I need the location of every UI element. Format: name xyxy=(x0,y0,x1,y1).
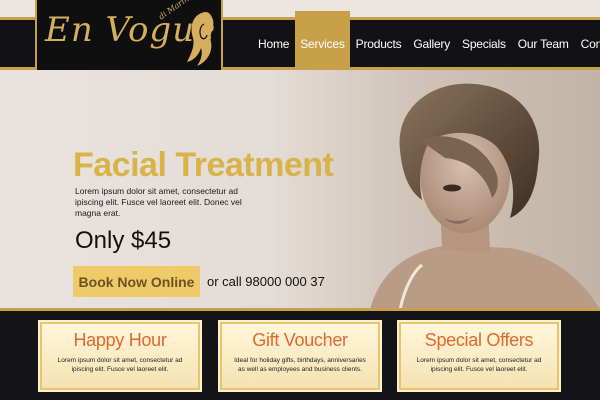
hero-banner: Facial Treatment Lorem ipsum dolor sit a… xyxy=(0,70,600,310)
nav-specials[interactable]: Specials xyxy=(456,37,512,51)
call-text: or call 98000 000 37 xyxy=(207,274,325,289)
card-special-offers[interactable]: Special Offers Lorem ipsum dolor sit ame… xyxy=(397,320,561,392)
nav-products[interactable]: Products xyxy=(350,37,408,51)
nav-services[interactable]: Services xyxy=(295,10,350,77)
card-body: Lorem ipsum dolor sit amet, consectetur … xyxy=(416,357,542,373)
card-title: Special Offers xyxy=(424,330,534,350)
book-now-button[interactable]: Book Now Online xyxy=(73,266,200,297)
card-title: Happy Hour xyxy=(73,330,167,350)
nav-contact[interactable]: Contact xyxy=(575,37,600,51)
nav-home[interactable]: Home xyxy=(252,37,295,51)
woman-profile-icon xyxy=(187,12,214,66)
nav-our-team[interactable]: Our Team xyxy=(512,37,575,51)
card-gift-voucher[interactable]: Gift Voucher Ideal for holiday gifts, bi… xyxy=(218,320,382,392)
card-body: Lorem ipsum dolor sit amet, consectetur … xyxy=(57,357,183,373)
card-title: Gift Voucher xyxy=(252,330,348,350)
card-happy-hour[interactable]: Happy Hour Lorem ipsum dolor sit amet, c… xyxy=(38,320,202,392)
main-nav: Home Services Products Gallery Specials … xyxy=(252,10,600,77)
hero-title: Facial Treatment xyxy=(73,146,334,184)
hero-price: Only $45 xyxy=(75,227,172,254)
nav-gallery[interactable]: Gallery xyxy=(407,37,456,51)
model-photo xyxy=(370,83,600,310)
hero-description: Lorem ipsum dolor sit amet, consectetur … xyxy=(75,186,242,218)
card-body: Ideal for holiday gifts, birthdays, anni… xyxy=(234,357,366,373)
